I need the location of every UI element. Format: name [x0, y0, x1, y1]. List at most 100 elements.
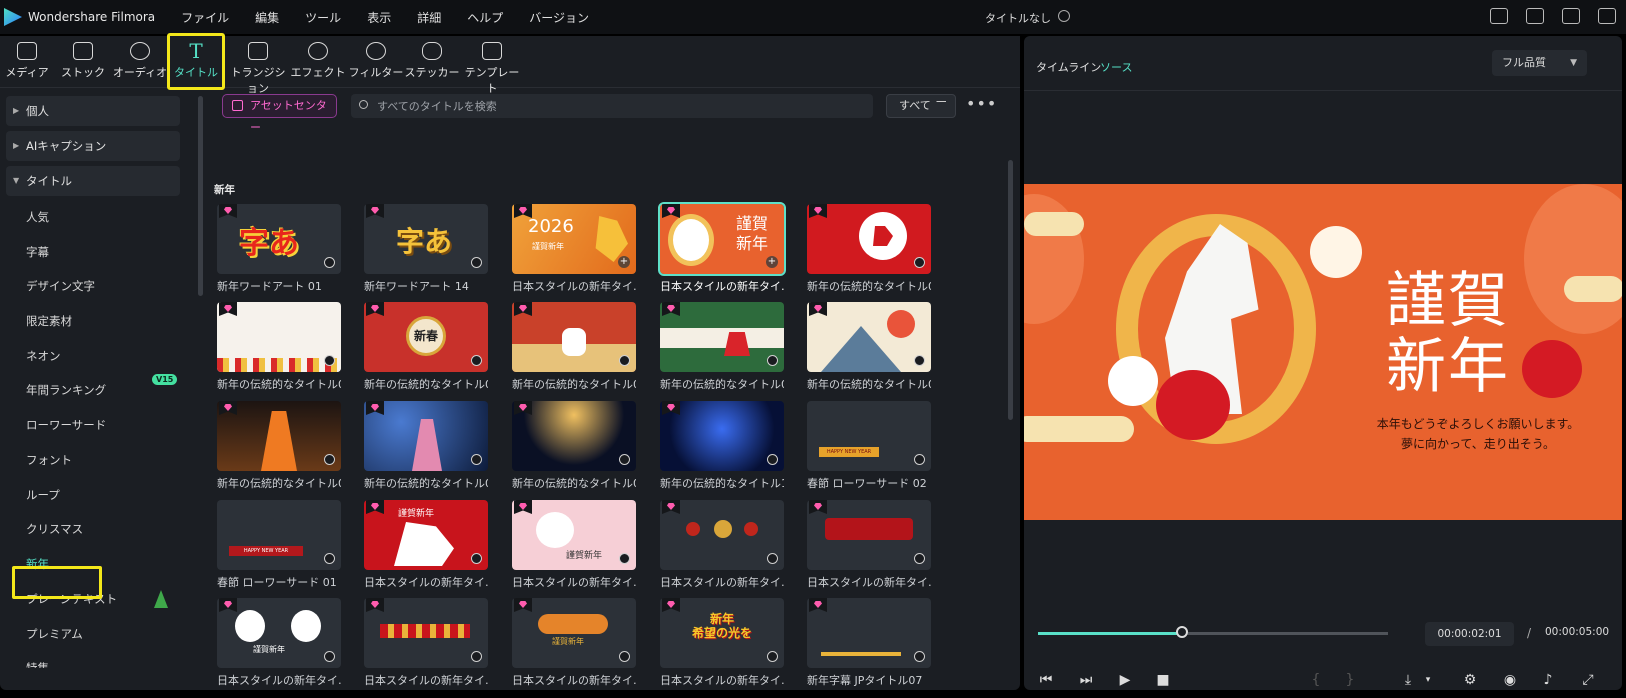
sidebar-scrollbar[interactable] — [198, 96, 203, 296]
title-card[interactable]: 日本スタイルの新年タイ… — [364, 598, 490, 688]
snapshot-camera-icon[interactable]: ◉ — [1502, 672, 1518, 688]
title-card[interactable]: 字あ 新年ワードアート 01 — [217, 204, 343, 294]
title-card[interactable]: 日本スタイルの新年タイ… — [807, 500, 933, 590]
title-card[interactable]: 新年の伝統的なタイトル10 — [660, 401, 786, 491]
title-card[interactable]: 謹賀新年 日本スタイルの新年タイ… — [512, 598, 638, 688]
title-card[interactable]: HAPPY NEW YEAR 春節 ローワーサード 02 — [807, 401, 933, 491]
sidebar-item-popular[interactable]: 人気 — [26, 209, 49, 225]
stop-icon[interactable]: ■ — [1155, 672, 1171, 688]
current-timecode[interactable]: 00:00:02:01 — [1425, 622, 1514, 646]
tab-source[interactable]: ソース — [1100, 59, 1132, 75]
download-icon[interactable] — [471, 257, 482, 268]
volume-icon[interactable]: ♪ — [1540, 672, 1556, 688]
sidebar-item-limited[interactable]: 限定素材 — [26, 313, 72, 329]
menu-edit[interactable]: 編集 — [255, 9, 279, 26]
title-card[interactable]: 字あ 新年ワードアート 14 — [364, 204, 490, 294]
download-icon[interactable] — [619, 651, 630, 662]
title-card[interactable]: 新年の伝統的なタイトル08 — [364, 401, 490, 491]
download-icon[interactable] — [324, 454, 335, 465]
play-icon[interactable]: ▶ — [1117, 672, 1133, 688]
sidebar-item-featured[interactable]: 特集 — [26, 660, 49, 668]
sidebar-item-loop[interactable]: ループ — [26, 487, 60, 503]
title-card[interactable]: 謹賀新年 日本スタイルの新年タイ… — [217, 598, 343, 688]
fullscreen-icon[interactable]: ⤢ — [1580, 672, 1596, 688]
cloud-status-icon[interactable] — [1058, 10, 1070, 22]
add-icon[interactable]: + — [618, 256, 630, 268]
download-icon[interactable] — [914, 355, 925, 366]
quality-dropdown[interactable]: フル品質 ▼ — [1492, 50, 1587, 76]
grid-scrollbar[interactable] — [1008, 160, 1013, 420]
gift-icon[interactable] — [1490, 8, 1508, 24]
download-icon[interactable] — [914, 651, 925, 662]
title-card[interactable]: 2026 謹賀新年 + 日本スタイルの新年タイ… — [512, 204, 638, 294]
sidebar-item-font[interactable]: フォント — [26, 452, 72, 468]
tab-stock[interactable]: ストック — [53, 42, 113, 80]
sidebar-item-ranking[interactable]: 年間ランキング — [26, 382, 106, 398]
menu-version[interactable]: バージョン — [529, 9, 589, 26]
menu-tools[interactable]: ツール — [305, 9, 341, 26]
download-icon[interactable] — [324, 355, 335, 366]
download-icon[interactable] — [471, 553, 482, 564]
step-forward-icon[interactable]: ⏭ — [1078, 672, 1094, 688]
mark-in-icon[interactable]: { — [1308, 672, 1324, 688]
download-icon[interactable] — [619, 454, 630, 465]
download-icon[interactable] — [471, 355, 482, 366]
scrubber-handle[interactable] — [1176, 626, 1188, 638]
tab-media[interactable]: メディア — [0, 42, 57, 80]
title-card[interactable]: 新年の伝統的なタイトル05 — [660, 302, 786, 392]
title-card[interactable]: HAPPY NEW YEAR 春節 ローワーサード 01 — [217, 500, 343, 590]
sidebar-item-neon[interactable]: ネオン — [26, 348, 61, 364]
download-icon[interactable] — [767, 651, 778, 662]
download-icon[interactable] — [914, 553, 925, 564]
title-card[interactable]: 新年 希望の光を 日本スタイルの新年タイ… — [660, 598, 786, 688]
sidebar-item-subtitle[interactable]: 字幕 — [26, 244, 49, 260]
video-preview[interactable]: 謹賀 新年 本年もどうぞよろしくお願いします。 夢に向かって、走り出そう。 — [1024, 184, 1622, 520]
step-back-icon[interactable]: ⏮ — [1038, 672, 1054, 688]
download-icon[interactable] — [914, 257, 925, 268]
sidebar-item-christmas[interactable]: クリスマス — [26, 521, 83, 537]
search-input[interactable] — [377, 94, 857, 118]
title-card[interactable]: 新年の伝統的なタイトル09 — [512, 401, 638, 491]
menu-advanced[interactable]: 詳細 — [417, 9, 441, 26]
window-minimize-icon[interactable] — [1598, 8, 1616, 24]
settings-gear-icon[interactable]: ⚙ — [1462, 672, 1478, 688]
insert-icon[interactable]: ⤓ — [1400, 672, 1416, 688]
filter-dropdown[interactable]: すべて — [886, 94, 956, 118]
title-card[interactable]: 謹賀新年 日本スタイルの新年タイ… — [512, 500, 638, 590]
playback-scrubber[interactable] — [1038, 632, 1388, 635]
title-card[interactable]: 謹賀 新年 + 日本スタイルの新年タイ… — [658, 202, 786, 294]
title-card[interactable]: 新年の伝統的なタイトル01 — [807, 204, 933, 294]
sidebar-item-lower-third[interactable]: ローワーサード — [26, 417, 106, 433]
download-icon[interactable] — [619, 355, 630, 366]
asset-center-button[interactable]: アセットセンター — [222, 94, 337, 134]
download-icon[interactable] — [767, 355, 778, 366]
title-card[interactable]: 新年の伝統的なタイトル04 — [512, 302, 638, 392]
download-icon[interactable] — [471, 651, 482, 662]
mark-out-icon[interactable]: } — [1342, 672, 1358, 688]
send-icon[interactable] — [1526, 8, 1544, 24]
sidebar-group-title[interactable]: ▼ タイトル — [6, 166, 180, 196]
title-card[interactable]: 新年字幕 JPタイトル07 — [807, 598, 933, 688]
title-card[interactable]: 謹賀新年 日本スタイルの新年タイ… — [364, 500, 490, 590]
title-card[interactable]: 新年の伝統的なタイトル02 — [217, 302, 343, 392]
tab-timeline[interactable]: タイムライン — [1036, 59, 1101, 75]
sidebar-item-design-text[interactable]: デザイン文字 — [26, 278, 95, 294]
download-icon[interactable] — [767, 454, 778, 465]
title-card[interactable]: 日本スタイルの新年タイ… — [660, 500, 786, 590]
chevron-down-icon[interactable]: ▾ — [1420, 672, 1436, 688]
title-card[interactable]: 新年の伝統的なタイトル06 — [807, 302, 933, 392]
more-options-icon[interactable]: ••• — [966, 94, 997, 113]
download-icon[interactable] — [914, 454, 925, 465]
download-icon[interactable] — [324, 257, 335, 268]
download-icon[interactable] — [767, 553, 778, 564]
download-icon[interactable] — [324, 651, 335, 662]
menu-file[interactable]: ファイル — [181, 9, 229, 26]
message-icon[interactable] — [1562, 8, 1580, 24]
menu-view[interactable]: 表示 — [367, 9, 391, 26]
sidebar-group-ai-caption[interactable]: ▶ AIキャプション — [6, 131, 180, 161]
add-icon[interactable]: + — [766, 256, 778, 268]
title-card[interactable]: 新年の伝統的なタイトル07 — [217, 401, 343, 491]
sidebar-item-premium[interactable]: プレミアム — [26, 626, 83, 642]
sidebar-group-personal[interactable]: ▶ 個人 — [6, 96, 180, 126]
menu-help[interactable]: ヘルプ — [467, 9, 503, 26]
